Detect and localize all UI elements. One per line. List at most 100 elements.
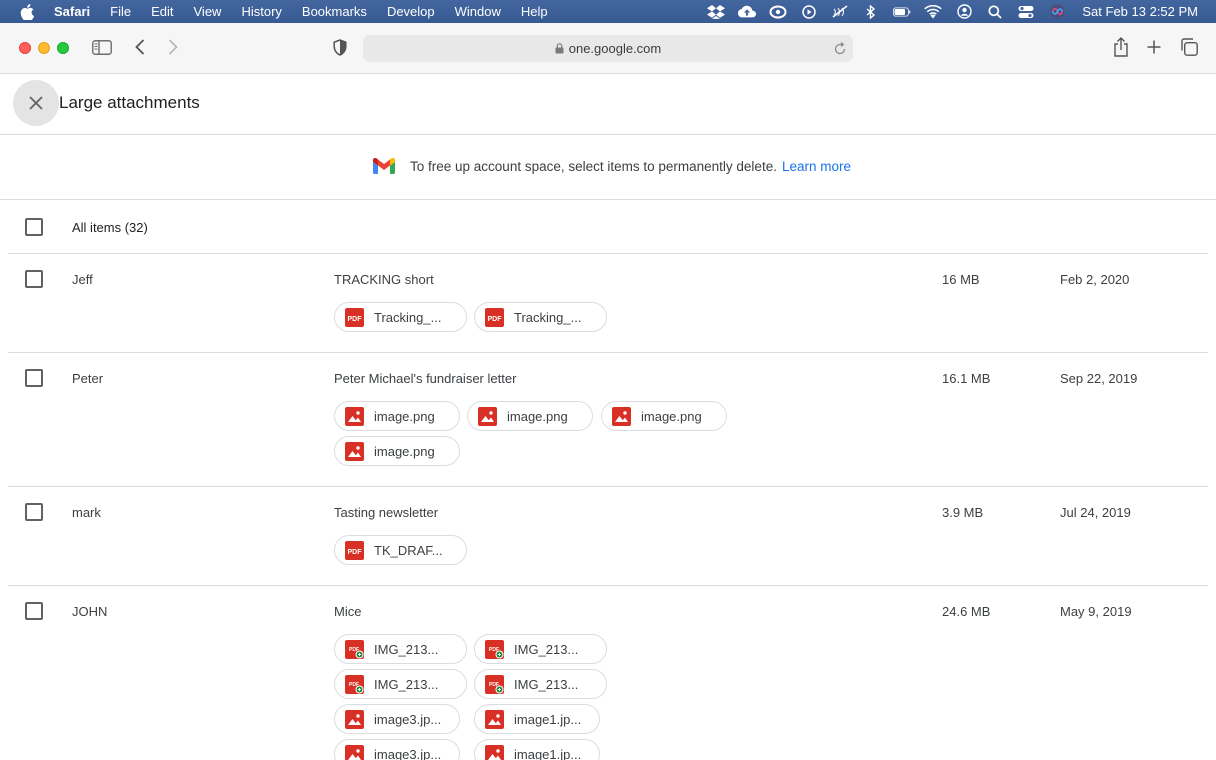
svg-text:PDF: PDF bbox=[348, 315, 363, 322]
image-icon bbox=[612, 406, 631, 426]
pdf-doc-icon: PDF bbox=[485, 639, 504, 659]
row-checkbox[interactable] bbox=[25, 369, 43, 387]
pdf-doc-icon: PDF bbox=[345, 639, 364, 659]
menu-bookmarks[interactable]: Bookmarks bbox=[302, 4, 367, 19]
learn-more-link[interactable]: Learn more bbox=[782, 159, 851, 174]
image-icon bbox=[485, 709, 504, 729]
attachment-name: Tracking_... bbox=[374, 309, 442, 325]
svg-text:PDF: PDF bbox=[348, 548, 363, 555]
attachment-chip[interactable]: image1.jp... bbox=[474, 704, 600, 734]
attachment-chip[interactable]: image.png bbox=[334, 401, 460, 431]
page-title: Large attachments bbox=[59, 93, 200, 112]
attachment-row[interactable]: JOHN Mice 24.6 MB May 9, 2019 PDF IMG_213... P… bbox=[8, 586, 1208, 760]
image-icon bbox=[485, 744, 504, 760]
image-icon bbox=[345, 744, 364, 760]
attachment-name: image1.jp... bbox=[514, 711, 582, 727]
attachment-chip[interactable]: image3.jp... bbox=[334, 704, 460, 734]
tab-overview-icon[interactable] bbox=[1180, 38, 1198, 56]
sidebar-toggle-icon[interactable] bbox=[92, 39, 112, 55]
reload-icon[interactable] bbox=[833, 41, 847, 55]
all-items-label: All items (32) bbox=[72, 220, 148, 235]
select-all-row: All items (32) bbox=[8, 200, 1208, 254]
attachment-row[interactable]: Jeff TRACKING short 16 MB Feb 2, 2020 PDF Tra… bbox=[8, 254, 1208, 353]
apple-logo-icon[interactable] bbox=[20, 3, 34, 20]
sender-name: Jeff bbox=[72, 272, 93, 287]
image-icon bbox=[345, 709, 364, 729]
attachment-name: image3.jp... bbox=[374, 711, 442, 727]
attachment-chip[interactable]: image.png bbox=[467, 401, 593, 431]
image-icon bbox=[345, 406, 364, 426]
attachment-chip[interactable]: image3.jp... bbox=[334, 739, 460, 760]
attachment-chip[interactable]: image1.jp... bbox=[474, 739, 600, 760]
muted-stream-icon[interactable] bbox=[831, 4, 849, 19]
close-button[interactable] bbox=[13, 80, 59, 126]
battery-icon[interactable] bbox=[893, 5, 911, 19]
attachment-name: IMG_213... bbox=[374, 641, 439, 657]
window-minimize-button[interactable] bbox=[38, 42, 50, 54]
attachment-size: 16.1 MB bbox=[942, 371, 991, 386]
new-tab-icon[interactable] bbox=[1146, 39, 1162, 55]
address-bar[interactable]: one.google.com bbox=[363, 35, 853, 62]
privacy-shield-icon[interactable] bbox=[332, 38, 348, 56]
attachment-chip[interactable]: image.png bbox=[334, 436, 460, 466]
attachment-row[interactable]: mark Tasting newsletter 3.9 MB Jul 24, 2019… bbox=[8, 487, 1208, 586]
select-all-checkbox[interactable] bbox=[25, 218, 43, 236]
user-account-icon[interactable] bbox=[955, 4, 973, 19]
macos-menu-bar: Safari File Edit View History Bookmarks … bbox=[0, 0, 1216, 23]
siri-icon[interactable] bbox=[1048, 4, 1066, 19]
menu-develop[interactable]: Develop bbox=[387, 4, 435, 19]
row-checkbox[interactable] bbox=[25, 270, 43, 288]
play-circle-icon[interactable] bbox=[800, 4, 818, 19]
attachment-chip[interactable]: PDF Tracking_... bbox=[474, 302, 607, 332]
menu-safari[interactable]: Safari bbox=[54, 4, 90, 19]
creative-cloud-icon[interactable] bbox=[769, 5, 787, 19]
attachment-row[interactable]: Peter Peter Michael's fundraiser letter 16… bbox=[8, 353, 1208, 487]
info-banner: To free up account space, select items t… bbox=[0, 135, 1216, 200]
menu-edit[interactable]: Edit bbox=[151, 4, 173, 19]
pdf-doc-icon: PDF bbox=[345, 674, 364, 694]
attachment-size: 16 MB bbox=[942, 272, 980, 287]
bluetooth-icon[interactable] bbox=[862, 4, 880, 19]
wifi-icon[interactable] bbox=[924, 4, 943, 19]
email-subject: Tasting newsletter bbox=[334, 505, 439, 520]
url-text: one.google.com bbox=[568, 41, 662, 56]
attachment-size: 3.9 MB bbox=[942, 505, 984, 520]
attachment-name: image3.jp... bbox=[374, 746, 442, 760]
row-checkbox[interactable] bbox=[25, 503, 43, 521]
menu-file[interactable]: File bbox=[110, 4, 131, 19]
close-icon bbox=[29, 96, 43, 110]
menu-window[interactable]: Window bbox=[455, 4, 501, 19]
email-date: May 9, 2019 bbox=[1060, 604, 1132, 619]
window-zoom-button[interactable] bbox=[57, 42, 69, 54]
pdf-doc-icon: PDF bbox=[485, 674, 504, 694]
spotlight-search-icon[interactable] bbox=[986, 4, 1004, 19]
image-icon bbox=[345, 441, 364, 461]
forward-arrow-icon[interactable] bbox=[166, 38, 180, 56]
cloud-upload-icon[interactable] bbox=[738, 5, 757, 19]
attachment-chip[interactable]: PDF IMG_213... bbox=[474, 634, 607, 664]
control-center-icon[interactable] bbox=[1017, 5, 1035, 19]
attachment-size: 24.6 MB bbox=[942, 604, 991, 619]
attachment-chip[interactable]: PDF IMG_213... bbox=[334, 669, 467, 699]
attachment-chip[interactable]: PDF TK_DRAF... bbox=[334, 535, 467, 565]
sender-name: mark bbox=[72, 505, 101, 520]
pdf-icon: PDF bbox=[345, 307, 364, 327]
menu-history[interactable]: History bbox=[241, 4, 281, 19]
menu-help[interactable]: Help bbox=[521, 4, 548, 19]
attachment-chip[interactable]: PDF Tracking_... bbox=[334, 302, 467, 332]
email-subject: Peter Michael's fundraiser letter bbox=[334, 371, 517, 386]
attachment-name: IMG_213... bbox=[514, 641, 579, 657]
back-arrow-icon[interactable] bbox=[133, 38, 147, 56]
share-icon[interactable] bbox=[1112, 36, 1130, 58]
attachment-chip[interactable]: PDF IMG_213... bbox=[334, 634, 467, 664]
attachment-chip[interactable]: image.png bbox=[601, 401, 727, 431]
row-checkbox[interactable] bbox=[25, 602, 43, 620]
sender-name: JOHN bbox=[72, 604, 108, 619]
attachment-name: image.png bbox=[507, 408, 568, 424]
menubar-clock[interactable]: Sat Feb 13 2:52 PM bbox=[1082, 4, 1198, 19]
attachment-chip[interactable]: PDF IMG_213... bbox=[474, 669, 607, 699]
dropbox-icon[interactable] bbox=[707, 4, 726, 19]
attachment-name: image.png bbox=[641, 408, 702, 424]
menu-view[interactable]: View bbox=[194, 4, 222, 19]
window-close-button[interactable] bbox=[19, 42, 31, 54]
